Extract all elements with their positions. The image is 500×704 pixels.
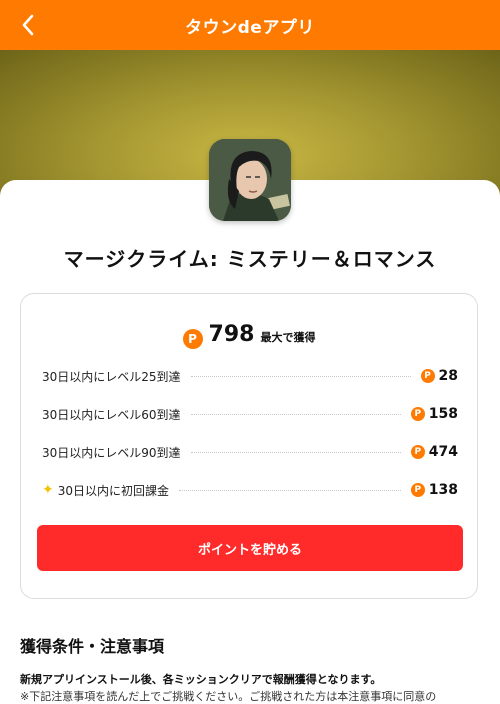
- mission-label: 30日以内に初回課金: [57, 483, 170, 498]
- conditions-lead: 新規アプリインストール後、各ミッションクリアで報酬獲得となります。: [20, 673, 382, 686]
- point-coin-icon: P: [410, 445, 425, 459]
- sparkle-icon: ✦: [42, 482, 54, 498]
- total-points-suffix: 最大で獲得: [260, 331, 316, 344]
- total-points: P 798 最大で獲得: [21, 322, 477, 349]
- point-coin-icon: P: [410, 483, 425, 497]
- mission-label: 30日以内にレベル90到達: [42, 445, 181, 460]
- chevron-left-icon: [22, 14, 34, 36]
- mission-row: 30日以内にレベル90到達 P 474: [42, 442, 458, 462]
- point-coin-icon: P: [410, 407, 425, 421]
- dotted-leader: [190, 375, 411, 377]
- app-title: マージクライム: ミステリー＆ロマンス: [63, 247, 437, 271]
- back-button[interactable]: [14, 11, 42, 39]
- point-coin-icon: P: [182, 329, 203, 349]
- collect-points-button[interactable]: ポイントを貯める: [37, 525, 463, 571]
- mission-points-value: 28: [438, 368, 458, 384]
- dotted-leader: [190, 451, 401, 453]
- app-header: タウンdeアプリ: [0, 0, 500, 50]
- mission-points: P 158: [410, 406, 458, 422]
- mission-points-value: 474: [428, 444, 458, 460]
- mission-label: 30日以内にレベル60到達: [42, 407, 181, 422]
- dotted-leader: [179, 489, 401, 491]
- dotted-leader: [190, 413, 401, 415]
- point-coin-icon: P: [420, 369, 435, 383]
- app-icon: [209, 139, 291, 221]
- mission-points: P 138: [410, 482, 458, 498]
- total-points-value: 798: [208, 322, 255, 347]
- mission-row: 30日以内にレベル60到達 P 158: [42, 404, 458, 424]
- mission-label: 30日以内にレベル25到達: [42, 369, 181, 384]
- reward-card: P 798 最大で獲得 30日以内にレベル25到達 P 28 30日以内にレベル…: [20, 293, 478, 599]
- mission-points: P 28: [420, 368, 458, 384]
- conditions-title: 獲得条件・注意事項: [20, 637, 165, 656]
- mission-points-value: 138: [428, 482, 458, 498]
- conditions-note: ※下記注意事項を読んだ上でご挑戦ください。ご挑戦された方は本注意事項に同意の: [20, 690, 437, 703]
- header-title: タウンdeアプリ: [185, 17, 315, 38]
- mission-points-value: 158: [428, 406, 458, 422]
- mission-points: P 474: [410, 444, 458, 460]
- mission-row: 30日以内にレベル25到達 P 28: [42, 366, 458, 386]
- mission-row: ✦ 30日以内に初回課金 P 138: [42, 480, 458, 500]
